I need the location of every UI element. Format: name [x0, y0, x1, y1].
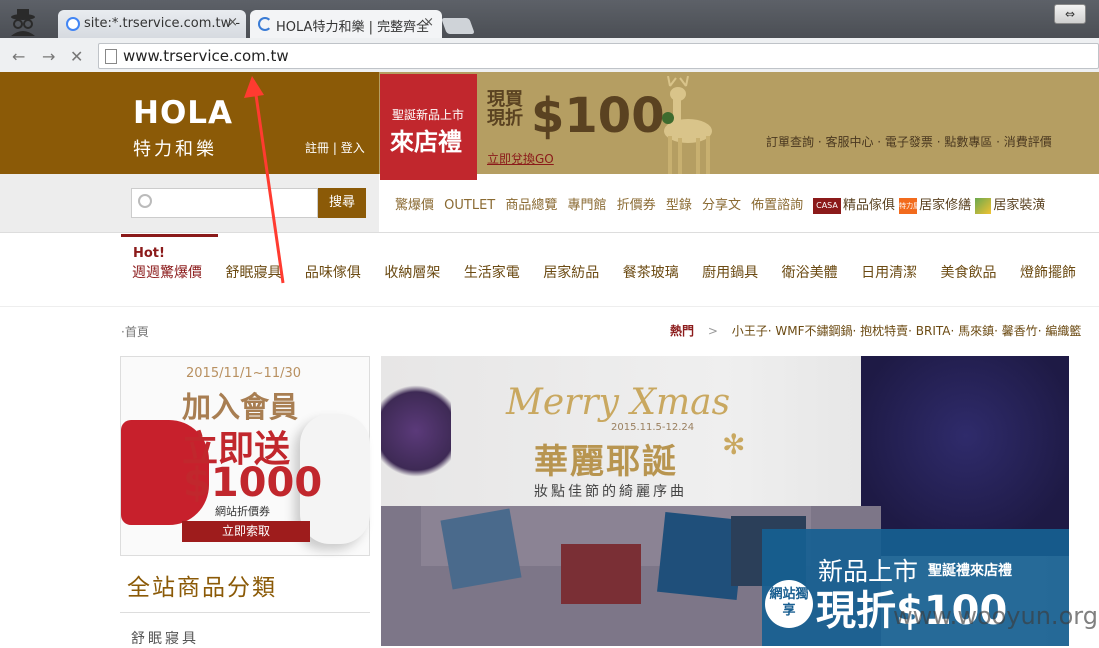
snowflake-icon: ✻: [722, 428, 746, 461]
page-icon: [105, 49, 117, 64]
chevron-right-icon: >: [707, 324, 718, 338]
tab-label: site:*.trservice.com.tw -: [84, 16, 241, 31]
top-links[interactable]: 訂單查詢 · 客服中心 · 電子發票 · 點數專區 · 消費評價: [766, 133, 1052, 150]
nav-item[interactable]: 收納層架: [384, 265, 440, 281]
casa-logo-icon: CASA: [813, 197, 841, 214]
flower-image: [381, 376, 451, 486]
close-tab-icon[interactable]: ×: [423, 15, 434, 30]
nav-item[interactable]: 舒眠寢具: [225, 265, 281, 281]
tab-hola[interactable]: HOLA特力和樂 | 完整齊全 ×: [250, 10, 442, 38]
category-nav: 週週驚爆價 舒眠寢具 品味傢俱 收納層架 生活家電 居家紡品 餐茶玻璃 廚用鍋具…: [132, 262, 1076, 282]
forward-button[interactable]: →: [42, 47, 55, 66]
quick-link[interactable]: 型錄: [666, 198, 692, 213]
offer-badge: 網站獨享: [765, 580, 813, 628]
promo-text: 現買現折: [487, 89, 523, 129]
divider: [0, 306, 1099, 307]
search-button[interactable]: 搜尋: [318, 188, 366, 218]
address-bar[interactable]: www.trservice.com.tw: [98, 43, 1099, 69]
nav-item[interactable]: 餐茶玻璃: [623, 265, 679, 281]
member-promo-amount: $1000: [183, 460, 323, 506]
account-links: 註冊 | 登入: [305, 139, 365, 156]
back-button[interactable]: ←: [12, 47, 25, 66]
incognito-icon: [11, 9, 35, 36]
breadcrumb[interactable]: ·首頁: [121, 323, 149, 340]
cushion-image: [561, 544, 641, 604]
close-tab-icon[interactable]: ×: [227, 15, 238, 30]
brand-link-decor[interactable]: 居家裝潢: [993, 198, 1045, 213]
promo-link[interactable]: 立即兌換GO: [487, 150, 554, 167]
quick-link[interactable]: 驚爆價: [395, 198, 434, 213]
ribbon-line1: 聖誕新品上市: [392, 108, 465, 122]
search-icon: [138, 194, 152, 208]
tab-search[interactable]: site:*.trservice.com.tw - ×: [58, 10, 246, 38]
hot-label: Hot!: [133, 246, 165, 261]
nav-item[interactable]: 廚用鍋具: [702, 265, 758, 281]
nav-item[interactable]: 居家紡品: [543, 265, 599, 281]
nav-item[interactable]: 衛浴美體: [782, 265, 838, 281]
login-link[interactable]: 登入: [341, 141, 365, 155]
register-link[interactable]: 註冊: [305, 141, 329, 155]
christmas-tree-image: [861, 356, 1069, 556]
site-logo-subtitle: 特力和樂: [133, 139, 217, 160]
quick-link[interactable]: 商品總覽: [505, 198, 557, 213]
hero-date: 2015.11.5-12.24: [611, 422, 695, 433]
brand-link-furniture[interactable]: 精品傢俱: [843, 198, 895, 213]
hot-indicator: [121, 234, 218, 237]
watermark: www.wooyun.org: [893, 602, 1098, 630]
tab-label: HOLA特力和樂 | 完整齊全: [276, 20, 430, 35]
member-promo-coupon: 網站折價券: [215, 505, 270, 518]
trust-house-logo-icon: 特力屋: [899, 197, 920, 214]
reindeer-image: [662, 76, 712, 174]
brand-links: CASA 精品傢俱 特力屋居家修繕 居家裝潢: [813, 194, 1045, 214]
hero-title: 華麗耶誕: [534, 442, 678, 482]
separator: |: [332, 141, 337, 155]
claim-button[interactable]: 立即索取: [182, 521, 310, 542]
ribbon-line2: 來店禮: [390, 128, 462, 156]
divider: [120, 612, 370, 613]
nav-item[interactable]: 美食飲品: [941, 265, 997, 281]
quick-link[interactable]: 佈置諮詢: [751, 198, 803, 213]
hot-tags-items[interactable]: 小王子· WMF不鏽鋼鍋· 抱枕特賣· BRITA· 馬來鎮· 馨香竹· 編織籃: [732, 324, 1082, 338]
brand-link-repair[interactable]: 居家修繕: [919, 198, 971, 213]
category-panel-item[interactable]: 舒眠寢具: [131, 628, 199, 648]
nav-item[interactable]: 品味傢俱: [305, 265, 361, 281]
member-promo-date: 2015/11/1~11/30: [186, 366, 302, 381]
hot-tags-label: 熱門: [670, 324, 695, 338]
google-icon: [66, 17, 80, 31]
window-restore-button[interactable]: ⇔: [1054, 4, 1086, 24]
site-logo[interactable]: HOLA: [133, 95, 233, 131]
url-text[interactable]: www.trservice.com.tw: [123, 47, 289, 65]
hero-subtitle: 妝點佳節的綺麗序曲: [534, 484, 687, 500]
browser-chrome: site:*.trservice.com.tw - × HOLA特力和樂 | 完…: [0, 0, 1099, 72]
quick-links: 驚爆價 OUTLET 商品總覽 專門館 折價券 型錄 分享文 佈置諮詢: [395, 194, 809, 213]
tab-strip: site:*.trservice.com.tw - × HOLA特力和樂 | 完…: [0, 0, 1099, 38]
divider: [0, 232, 1099, 233]
quick-link[interactable]: 專門館: [568, 198, 607, 213]
decor-logo-icon: [975, 197, 992, 214]
nav-item[interactable]: 日用清潔: [861, 265, 917, 281]
nav-item[interactable]: 週週驚爆價: [132, 265, 202, 281]
cushion-image: [440, 508, 522, 590]
nav-item[interactable]: 生活家電: [464, 265, 520, 281]
new-tab-button[interactable]: [441, 18, 475, 34]
hot-tags: 熱門 > 小王子· WMF不鏽鋼鍋· 抱枕特賣· BRITA· 馬來鎮· 馨香竹…: [670, 322, 1081, 339]
quick-link[interactable]: 折價券: [617, 198, 656, 213]
search-input[interactable]: [131, 188, 318, 218]
quick-link[interactable]: OUTLET: [444, 198, 495, 213]
offer-line1b: 聖誕禮來店禮: [928, 563, 1012, 579]
category-panel-title: 全站商品分類: [127, 575, 277, 601]
hero-merry-xmas: Merry Xmas: [506, 382, 731, 423]
loading-icon: [258, 17, 272, 31]
quick-link[interactable]: 分享文: [702, 198, 741, 213]
stop-button[interactable]: ✕: [70, 47, 83, 66]
promo-ribbon: 聖誕新品上市 來店禮: [380, 74, 477, 180]
nav-item[interactable]: 燈飾擺飾: [1020, 265, 1076, 281]
